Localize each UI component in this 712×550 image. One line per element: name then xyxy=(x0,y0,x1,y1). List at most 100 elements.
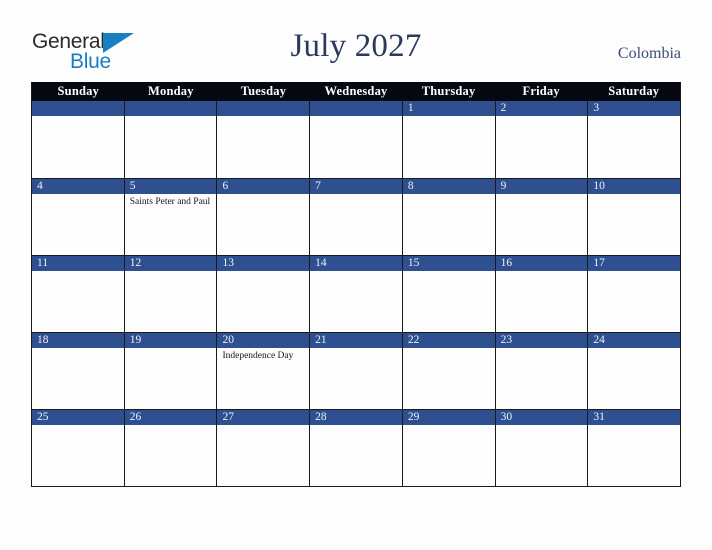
day-header-tuesday: Tuesday xyxy=(240,84,287,98)
day-number-band xyxy=(310,101,402,116)
day-number-band: 27 xyxy=(217,410,310,425)
calendar-day-cell[interactable]: 25 xyxy=(32,410,125,486)
day-number-band: 16 xyxy=(495,256,588,271)
calendar-week-row: 4 5 Saints Peter and Paul 6 7 8 9 10 xyxy=(32,178,681,255)
day-header-sunday: Sunday xyxy=(57,84,100,98)
calendar-day-cell[interactable]: 4 xyxy=(32,179,125,255)
calendar-day-cell[interactable]: 17 xyxy=(588,256,681,332)
day-number: 5 xyxy=(129,180,136,192)
calendar-day-cell[interactable]: 22 xyxy=(402,333,496,409)
day-number-band xyxy=(217,101,310,116)
day-number: 18 xyxy=(37,334,49,346)
calendar-day-cell[interactable]: 26 xyxy=(124,410,218,486)
calendar-day-cell[interactable]: 23 xyxy=(495,333,589,409)
day-number-band xyxy=(32,101,124,116)
calendar-day-cell[interactable]: 5 Saints Peter and Paul xyxy=(124,179,218,255)
day-number-band: 17 xyxy=(588,256,681,271)
calendar-day-cell[interactable]: 31 xyxy=(588,410,681,486)
day-header-wednesday: Wednesday xyxy=(324,84,388,98)
calendar-day-cell[interactable]: 13 xyxy=(217,256,311,332)
day-number-band: 9 xyxy=(495,179,588,194)
day-number-band: 18 xyxy=(32,333,124,348)
calendar-day-cell[interactable]: 6 xyxy=(217,179,311,255)
calendar-day-cell[interactable]: 29 xyxy=(402,410,496,486)
calendar-day-cell[interactable]: 2 xyxy=(495,101,589,178)
calendar-day-cell[interactable]: 18 xyxy=(32,333,125,409)
day-number: 24 xyxy=(593,334,605,346)
day-number: 28 xyxy=(315,411,327,423)
day-number: 20 xyxy=(222,334,234,346)
day-number-band: 13 xyxy=(217,256,310,271)
calendar-day-cell[interactable]: 20 Independence Day xyxy=(217,333,311,409)
day-number-band: 6 xyxy=(217,179,310,194)
day-number-band: 22 xyxy=(402,333,495,348)
day-number-band: 28 xyxy=(310,410,402,425)
day-number: 26 xyxy=(129,411,142,423)
day-events: Saints Peter and Paul xyxy=(125,194,217,209)
page-title: July 2027 xyxy=(290,28,422,64)
calendar-day-cell[interactable]: 11 xyxy=(32,256,125,332)
day-number-band: 4 xyxy=(32,179,124,194)
day-number: 22 xyxy=(407,334,420,346)
day-number: 21 xyxy=(315,334,327,346)
calendar-day-cell[interactable]: 7 xyxy=(310,179,403,255)
day-number-band: 25 xyxy=(32,410,124,425)
day-number: 23 xyxy=(500,334,513,346)
calendar-day-cell[interactable]: 28 xyxy=(310,410,403,486)
day-number-band: 8 xyxy=(402,179,495,194)
calendar-empty-cell xyxy=(217,101,311,178)
calendar-empty-cell xyxy=(310,101,403,178)
calendar-day-cell[interactable]: 27 xyxy=(217,410,311,486)
calendar-day-cell[interactable]: 1 xyxy=(402,101,496,178)
calendar-week-row: 18 19 20 Independence Day 21 22 23 24 xyxy=(32,332,681,409)
day-number: 7 xyxy=(315,180,321,192)
calendar-day-cell[interactable]: 19 xyxy=(124,333,218,409)
day-number-band: 14 xyxy=(310,256,402,271)
day-number: 16 xyxy=(500,257,513,269)
day-header-friday: Friday xyxy=(522,84,560,98)
day-number-band: 11 xyxy=(32,256,124,271)
day-number-band: 3 xyxy=(588,101,681,116)
page-header: General Blue July 2027 Colombia xyxy=(0,0,712,82)
calendar-day-cell[interactable]: 9 xyxy=(495,179,589,255)
day-number-band: 24 xyxy=(588,333,681,348)
day-number: 25 xyxy=(37,411,49,423)
day-number: 10 xyxy=(593,180,605,192)
calendar-weeks: 1 2 3 4 5 Saints Peter and Paul 6 7 8 9 10 11 12 13 14… xyxy=(32,101,681,486)
day-number: 11 xyxy=(37,257,49,269)
calendar-day-cell[interactable]: 10 xyxy=(588,179,681,255)
calendar-page: General Blue July 2027 Colombia Sunday Mo… xyxy=(0,0,712,550)
calendar-day-cell[interactable]: 21 xyxy=(310,333,403,409)
day-number-band: 26 xyxy=(124,410,217,425)
day-header-saturday: Saturday xyxy=(608,84,660,98)
calendar-empty-cell xyxy=(124,101,218,178)
day-number-band: 30 xyxy=(495,410,588,425)
country-label: Colombia xyxy=(617,45,681,62)
holiday-label: Independence Day xyxy=(222,351,294,361)
calendar-day-cell[interactable]: 12 xyxy=(124,256,218,332)
calendar-day-cell[interactable]: 14 xyxy=(310,256,403,332)
day-number-band: 10 xyxy=(588,179,681,194)
day-number-band: 31 xyxy=(588,410,681,425)
calendar-grid: Sunday Monday Tuesday Wednesday Thursday Frid… xyxy=(31,82,681,487)
calendar-week-row: 25 26 27 28 29 30 31 xyxy=(32,409,681,486)
calendar-day-cell[interactable]: 16 xyxy=(495,256,589,332)
day-header-monday: Monday xyxy=(148,84,194,98)
calendar-day-cell[interactable]: 15 xyxy=(402,256,496,332)
day-number: 15 xyxy=(407,257,420,269)
calendar-day-cell[interactable]: 8 xyxy=(402,179,496,255)
day-number-band xyxy=(124,101,217,116)
day-number-band: 15 xyxy=(402,256,495,271)
calendar-empty-cell xyxy=(32,101,125,178)
day-header-thursday: Thursday xyxy=(421,84,476,98)
day-number: 1 xyxy=(407,102,414,114)
calendar-week-row: 1 2 3 xyxy=(32,101,681,178)
calendar-day-cell[interactable]: 3 xyxy=(588,101,681,178)
calendar-day-cell[interactable]: 24 xyxy=(588,333,681,409)
day-number-band: 7 xyxy=(310,179,402,194)
day-number: 4 xyxy=(37,180,43,192)
day-number-band: 20 xyxy=(217,333,310,348)
holiday-label: Saints Peter and Paul xyxy=(129,197,211,207)
calendar-day-cell[interactable]: 30 xyxy=(495,410,589,486)
day-number-band: 23 xyxy=(495,333,588,348)
